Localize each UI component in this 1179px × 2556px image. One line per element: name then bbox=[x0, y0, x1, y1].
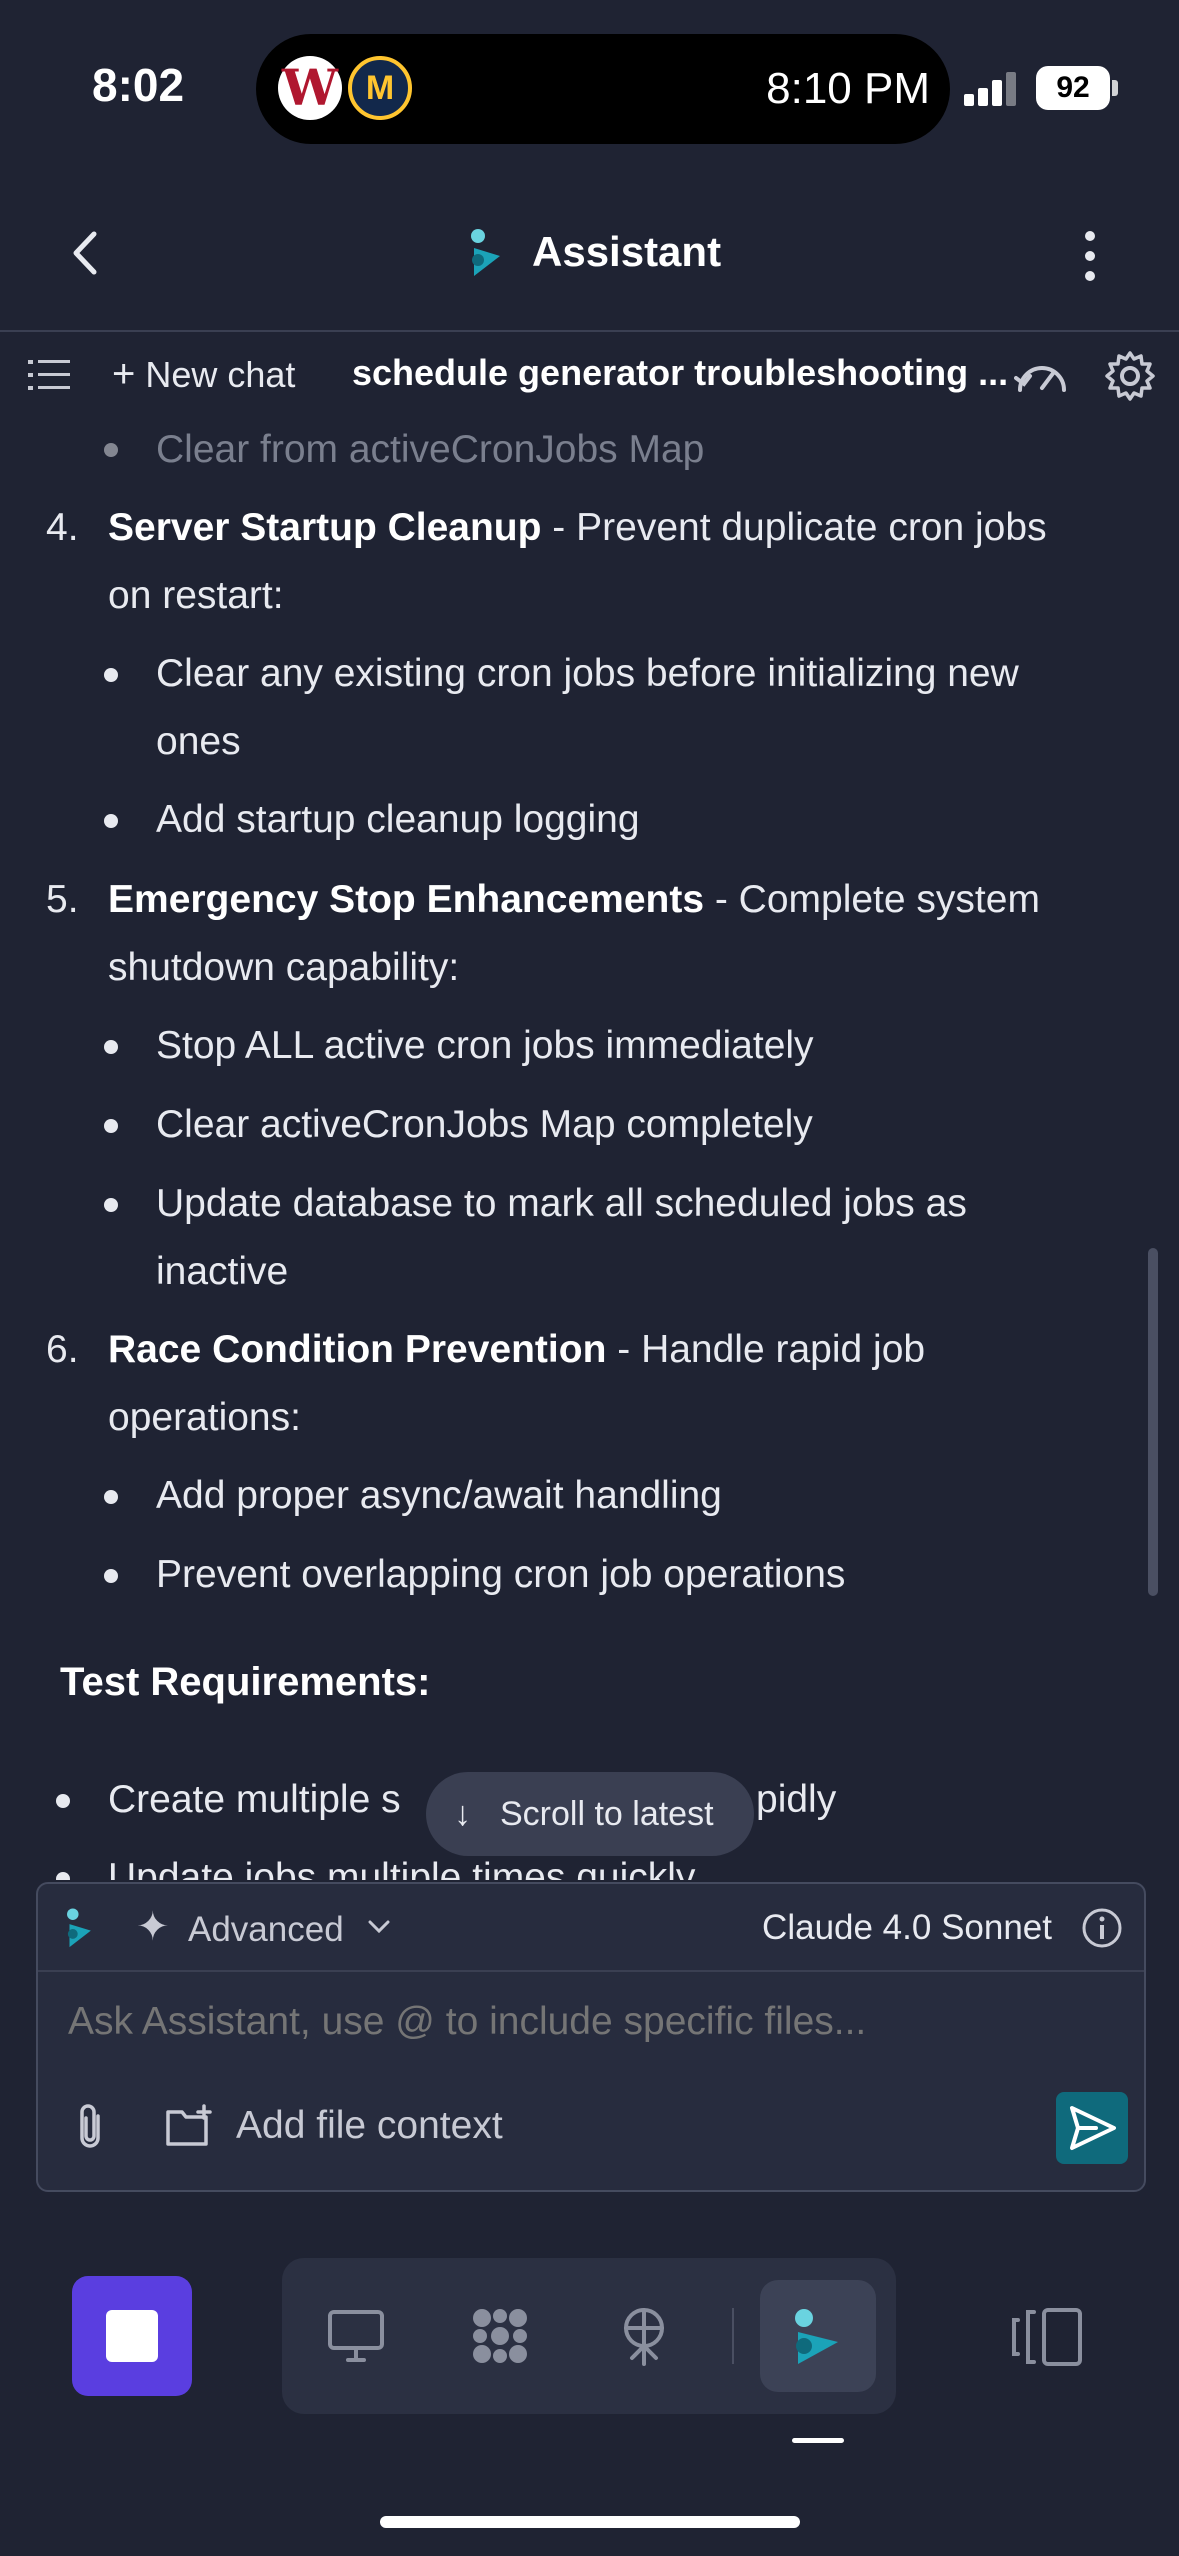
dock-item-apps[interactable] bbox=[442, 2280, 558, 2392]
home-indicator[interactable] bbox=[380, 2516, 800, 2528]
stop-button[interactable] bbox=[72, 2276, 192, 2396]
list-item-heading: Emergency Stop Enhancements - Complete s… bbox=[108, 878, 1040, 921]
status-time: 8:02 bbox=[92, 59, 185, 111]
message-input[interactable] bbox=[68, 2000, 1068, 2044]
paperclip-icon[interactable] bbox=[68, 2102, 112, 2154]
bullet-dot bbox=[104, 668, 118, 682]
list-item: Stop ALL active cron jobs immediately bbox=[156, 1024, 814, 1067]
section-heading: Test Requirements: bbox=[60, 1660, 431, 1704]
list-item: pidly bbox=[756, 1778, 837, 1821]
bullet-dot bbox=[104, 1490, 118, 1504]
bullet-dot bbox=[56, 1872, 70, 1880]
battery-tip bbox=[1112, 80, 1118, 96]
list-item: Clear activeCronJobs Map completely bbox=[156, 1103, 813, 1146]
faded-bullet-text: Clear from activeCronJobs Map bbox=[156, 428, 705, 471]
list-item: Prevent overlapping cron job operations bbox=[156, 1553, 846, 1596]
list-item-desc: operations: bbox=[108, 1396, 301, 1439]
list-number: 5. bbox=[46, 878, 79, 921]
desktop-icon bbox=[328, 2310, 384, 2362]
new-chat-button[interactable]: + New chat bbox=[112, 352, 295, 397]
gear-icon[interactable] bbox=[1104, 350, 1156, 402]
bullet-dot bbox=[104, 443, 118, 457]
vertical-dots-icon[interactable] bbox=[1070, 228, 1110, 284]
list-item-heading: Race Condition Prevention - Handle rapid… bbox=[108, 1328, 926, 1371]
nationals-logo: W bbox=[278, 56, 342, 120]
chat-message-content: Clear from activeCronJobs Map 4. Server … bbox=[0, 420, 1179, 1880]
assistant-logo-icon bbox=[471, 229, 500, 276]
send-button[interactable] bbox=[1056, 2092, 1128, 2164]
scroll-to-latest-label: Scroll to latest bbox=[500, 1795, 714, 1833]
list-item: Create multiple s bbox=[108, 1778, 401, 1821]
scrollbar[interactable] bbox=[1148, 1248, 1158, 1596]
list-item-desc: on restart: bbox=[108, 574, 284, 617]
send-icon bbox=[1070, 2106, 1116, 2150]
chevron-down-icon[interactable] bbox=[364, 1912, 394, 1942]
page-title: Assistant bbox=[532, 228, 722, 275]
dynamic-island: W M 8:10 PM bbox=[256, 34, 950, 144]
chat-title[interactable]: schedule generator troubleshooting ... bbox=[352, 352, 1008, 394]
arrow-down-icon: ↓ bbox=[454, 1795, 471, 1833]
brewers-logo: M bbox=[348, 56, 412, 120]
header-divider bbox=[0, 330, 1179, 332]
dock-item-desktop[interactable] bbox=[298, 2280, 414, 2392]
list-item: inactive bbox=[156, 1250, 289, 1293]
assistant-logo-icon bbox=[67, 1908, 91, 1948]
chevron-left-icon[interactable] bbox=[62, 228, 112, 278]
bullet-dot bbox=[104, 1198, 118, 1212]
speedometer-icon[interactable] bbox=[1014, 354, 1070, 398]
dock-item-deploy[interactable] bbox=[586, 2280, 702, 2392]
list-item: Clear any existing cron jobs before init… bbox=[156, 652, 1019, 695]
folder-plus-icon[interactable] bbox=[164, 2104, 214, 2150]
signal-icon bbox=[964, 72, 1024, 106]
battery-icon: 92 bbox=[1036, 66, 1110, 110]
list-item-desc: shutdown capability: bbox=[108, 946, 460, 989]
mode-selector[interactable]: Advanced bbox=[188, 1910, 344, 1950]
chat-composer: ✦ Advanced Claude 4.0 Sonnet Add file co… bbox=[36, 1882, 1146, 2192]
stop-icon bbox=[106, 2310, 158, 2362]
list-number: 4. bbox=[46, 506, 79, 549]
bullet-dot bbox=[104, 1119, 118, 1133]
antenna-icon bbox=[624, 2308, 664, 2366]
bullet-dot bbox=[104, 1569, 118, 1583]
bullet-dot bbox=[56, 1794, 70, 1808]
grid-flower-icon bbox=[473, 2309, 527, 2363]
panels-icon[interactable] bbox=[1010, 2306, 1084, 2368]
list-item: Add startup cleanup logging bbox=[156, 798, 640, 841]
list-item-heading: Server Startup Cleanup - Prevent duplica… bbox=[108, 506, 1047, 549]
plus-icon: + bbox=[112, 352, 136, 396]
sparkle-icon[interactable]: ✦ bbox=[136, 1904, 170, 1950]
chat-list-icon[interactable] bbox=[28, 356, 70, 394]
bullet-dot bbox=[104, 1040, 118, 1054]
model-selector[interactable]: Claude 4.0 Sonnet bbox=[762, 1908, 1052, 1948]
list-item: ones bbox=[156, 720, 241, 763]
bullet-dot bbox=[104, 814, 118, 828]
live-activity-time: 8:10 PM bbox=[766, 64, 930, 113]
list-number: 6. bbox=[46, 1328, 79, 1371]
info-icon[interactable] bbox=[1080, 1906, 1124, 1950]
add-file-context-button[interactable]: Add file context bbox=[236, 2104, 503, 2148]
new-chat-label: New chat bbox=[145, 354, 296, 395]
list-item: Add proper async/await handling bbox=[156, 1474, 722, 1517]
composer-header: ✦ Advanced Claude 4.0 Sonnet bbox=[38, 1884, 1144, 1972]
bottom-dock bbox=[282, 2258, 896, 2414]
assistant-logo-icon bbox=[795, 2309, 838, 2364]
list-item: Update database to mark all scheduled jo… bbox=[156, 1182, 967, 1225]
scroll-to-latest-button[interactable]: ↓ Scroll to latest bbox=[426, 1772, 754, 1856]
dock-separator bbox=[732, 2308, 734, 2364]
active-tab-indicator bbox=[792, 2438, 844, 2443]
dock-item-assistant[interactable] bbox=[760, 2280, 876, 2392]
